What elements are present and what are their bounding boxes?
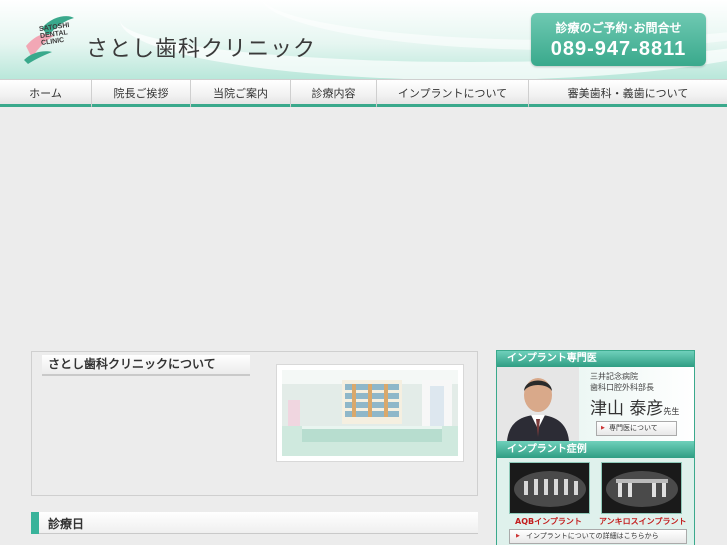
implant-cases: AQBインプラント アンキロスインプラント インプラントについての詳細はこちらか…	[497, 458, 694, 545]
specialist-heading: インプラント専門医	[497, 351, 694, 367]
clinic-reception-photo	[282, 370, 458, 456]
about-heading: さとし歯科クリニックについて	[42, 355, 250, 376]
doctor-profile: 三井記念病院 歯科口腔外科部長 津山 泰彦先生 専門医について	[497, 367, 694, 441]
implant-details-link[interactable]: インプラントについての詳細はこちらから	[509, 529, 687, 544]
main-nav: ホーム 院長ご挨拶 当院ご案内 診療内容 インプラントについて 審美歯科・義歯に…	[0, 79, 727, 107]
nav-item-implants[interactable]: インプラントについて	[377, 80, 529, 107]
nav-item-home[interactable]: ホーム	[0, 80, 92, 107]
nav-item-cosmetic-dentures[interactable]: 審美歯科・義歯について	[529, 80, 727, 107]
phone-number[interactable]: 089-947-8811	[531, 38, 706, 61]
clinic-photo-frame	[276, 364, 464, 462]
cases-heading: インプラント症例	[497, 441, 694, 458]
clinic-name[interactable]: さとし歯科クリニック	[86, 31, 316, 63]
doctor-photo	[497, 367, 579, 441]
about-section: さとし歯科クリニックについて	[31, 351, 478, 496]
hospital-name: 三井記念病院	[590, 372, 638, 381]
contact-phone-box[interactable]: 診療のご予約･お問合せ 089-947-8811	[531, 13, 706, 66]
nav-item-clinic-guide[interactable]: 当院ご案内	[191, 80, 291, 107]
implant-sidebar: インプラント専門医 三井記念病院 歯科口腔外科部長 津山 泰彦先生 専門医につい…	[496, 350, 695, 545]
doctor-name-text: 津山 泰彦	[590, 399, 664, 419]
xray-illustration	[510, 463, 589, 513]
schedule-section-header: 診療日	[31, 512, 478, 534]
logo-text: SATOSHI DENTAL CLINIC	[39, 22, 72, 47]
contact-label: 診療のご予約･お問合せ	[555, 21, 682, 35]
doctor-honorific: 先生	[663, 407, 680, 416]
doctor-name: 津山 泰彦先生	[590, 394, 679, 419]
nav-item-greeting[interactable]: 院長ご挨拶	[92, 80, 191, 107]
schedule-accent-bar	[31, 512, 39, 534]
doctor-affiliation: 三井記念病院 歯科口腔外科部長	[590, 371, 654, 393]
doctor-portrait-illustration	[497, 367, 579, 441]
nav-item-treatments[interactable]: 診療内容	[291, 80, 377, 107]
aqb-implant-label[interactable]: AQBインプラント	[515, 516, 582, 527]
aqb-xray-image[interactable]	[509, 462, 590, 514]
department-title: 歯科口腔外科部長	[590, 383, 654, 392]
specialist-info-button[interactable]: 専門医について	[596, 421, 677, 436]
site-header: SATOSHI DENTAL CLINIC さとし歯科クリニック 診療のご予約･…	[0, 0, 727, 79]
schedule-heading: 診療日	[48, 517, 85, 531]
ankylos-xray-image[interactable]	[601, 462, 682, 514]
xray-illustration	[602, 463, 681, 513]
ankylos-implant-label[interactable]: アンキロスインプラント	[599, 516, 686, 527]
reception-illustration	[282, 370, 458, 456]
